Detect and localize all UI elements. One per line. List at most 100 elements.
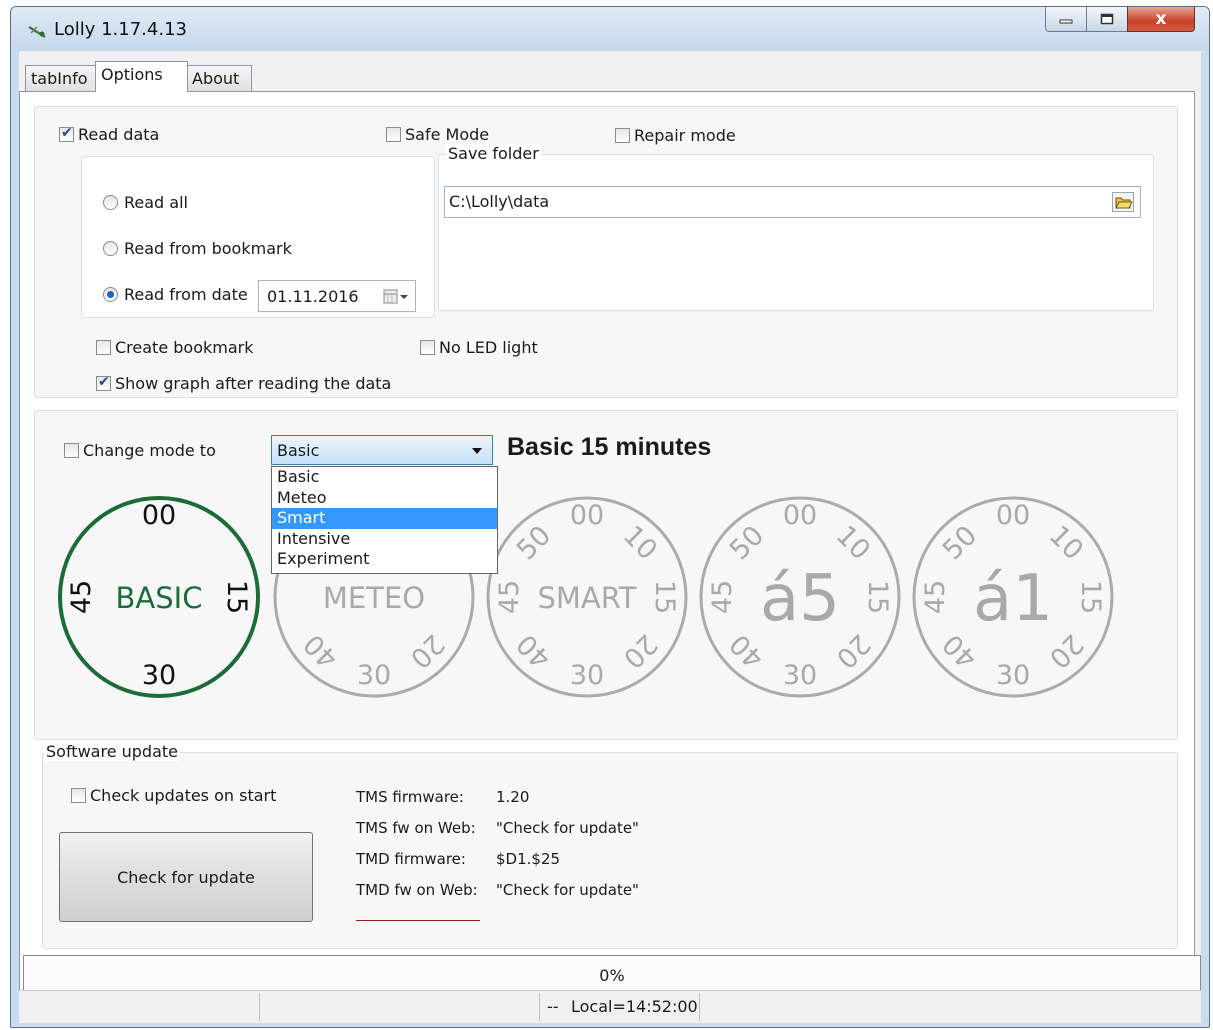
repair-mode-checkbox[interactable]: Repair mode — [615, 126, 736, 145]
safe-mode-checkbox[interactable]: Safe Mode — [386, 125, 489, 144]
status-bar: -- Local=14:52:00 — [19, 990, 1201, 1023]
change-mode-checkbox[interactable]: Change mode to — [64, 441, 216, 460]
dial-experiment-right: 15 — [1075, 580, 1106, 614]
check-on-start-checkbox-box[interactable] — [71, 788, 86, 803]
firmware-value: "Check for update" — [496, 819, 639, 837]
firmware-value: 1.20 — [496, 788, 530, 806]
status-separator: -- — [547, 997, 559, 1016]
read-bookmark-radio[interactable]: Read from bookmark — [103, 239, 292, 258]
no-led-label: No LED light — [439, 338, 538, 357]
show-graph-checkbox[interactable]: Show graph after reading the data — [96, 374, 391, 393]
read-date-label: Read from date — [124, 285, 248, 304]
client-area: tabInfo Options About Read data Safe Mod… — [19, 51, 1201, 1023]
read-data-checkbox-box[interactable] — [59, 125, 74, 142]
no-led-checkbox-box[interactable] — [420, 340, 435, 355]
date-value: 01.11.2016 — [267, 287, 359, 306]
dial-smart-left: 45 — [494, 580, 525, 614]
save-folder-group — [438, 154, 1154, 311]
firmware-value: $D1.$25 — [496, 850, 561, 868]
create-bookmark-checkbox[interactable]: Create bookmark — [96, 338, 253, 357]
minimize-button[interactable] — [1045, 7, 1087, 32]
mode-option-intensive[interactable]: Intensive — [272, 529, 497, 550]
mode-option-meteo[interactable]: Meteo — [272, 488, 497, 509]
dial-experiment-center: á1 — [973, 562, 1053, 636]
firmware-row: TMS firmware: 1.20 — [356, 782, 639, 813]
close-button[interactable]: x — [1127, 7, 1195, 32]
safe-mode-label: Safe Mode — [405, 125, 490, 144]
mode-option-basic[interactable]: Basic — [272, 467, 497, 488]
tab-strip: tabInfo Options About — [19, 61, 1201, 92]
firmware-row: TMD firmware: $D1.$25 — [356, 844, 639, 875]
mode-dials: 00 30 45 15 BASIC METEO 30 40 20 00 50 1… — [58, 496, 1114, 698]
tab-tabinfo[interactable]: tabInfo — [25, 65, 97, 91]
red-divider — [356, 920, 480, 921]
software-update-title: Software update — [44, 742, 180, 761]
show-graph-checkbox-box[interactable] — [96, 374, 111, 391]
dial-experiment-top: 00 — [996, 500, 1030, 531]
read-date-radio[interactable]: Read from date — [103, 285, 248, 304]
create-bookmark-checkbox-box[interactable] — [96, 340, 111, 355]
date-picker[interactable]: 01.11.2016 — [258, 280, 416, 312]
check-on-start-checkbox[interactable]: Check updates on start — [71, 786, 276, 805]
dial-basic-top: 00 — [142, 500, 176, 531]
mode-option-smart[interactable]: Smart — [272, 508, 497, 529]
dial-basic[interactable]: 00 30 45 15 BASIC — [58, 496, 260, 698]
read-bookmark-label: Read from bookmark — [124, 239, 292, 258]
firmware-key: TMS firmware: — [356, 788, 464, 806]
mode-select-value: Basic — [277, 441, 320, 460]
minimize-icon — [1059, 19, 1073, 24]
dial-experiment-bottom: 30 — [996, 660, 1030, 691]
repair-mode-label: Repair mode — [634, 126, 736, 145]
dial-meteo-bottom: 30 — [357, 660, 391, 691]
no-led-checkbox[interactable]: No LED light — [420, 338, 538, 357]
dial-smart[interactable]: 00 50 10 45 15 SMART 40 30 20 — [486, 496, 688, 698]
read-all-radio-button[interactable] — [103, 195, 118, 210]
read-date-radio-button[interactable] — [103, 287, 118, 302]
firmware-info: TMS firmware: 1.20 TMS fw on Web: "Check f… — [356, 782, 639, 906]
read-bookmark-radio-button[interactable] — [103, 241, 118, 256]
create-bookmark-label: Create bookmark — [115, 338, 254, 357]
maximize-icon — [1100, 13, 1114, 25]
dial-smart-bottom: 30 — [570, 660, 604, 691]
status-divider — [699, 993, 700, 1021]
folder-open-icon[interactable] — [1112, 192, 1134, 212]
dial-experiment[interactable]: 00 50 10 45 15 á1 40 30 20 — [912, 496, 1114, 698]
dial-meteo-center: METEO — [323, 581, 425, 615]
safe-mode-checkbox-box[interactable] — [386, 127, 401, 142]
save-folder-input[interactable]: C:\Lolly\data — [444, 186, 1141, 218]
maximize-button[interactable] — [1086, 7, 1128, 32]
read-all-radio[interactable]: Read all — [103, 193, 188, 212]
chevron-down-icon — [472, 448, 482, 454]
firmware-row: TMD fw on Web: "Check for update" — [356, 875, 639, 906]
repair-mode-checkbox-box[interactable] — [615, 128, 630, 143]
firmware-key: TMD firmware: — [356, 850, 466, 868]
tab-options[interactable]: Options — [95, 61, 188, 92]
dial-intensive-top: 00 — [783, 500, 817, 531]
mode-option-experiment[interactable]: Experiment — [272, 549, 497, 570]
dial-smart-right: 15 — [649, 580, 680, 614]
progress-label: 0% — [599, 966, 625, 985]
read-data-checkbox[interactable]: Read data — [59, 125, 159, 144]
options-tab-page: Read data Safe Mode Repair mode Read all… — [19, 91, 1195, 993]
change-mode-checkbox-box[interactable] — [64, 443, 79, 458]
show-graph-label: Show graph after reading the data — [115, 374, 392, 393]
dial-basic-right: 15 — [221, 580, 252, 614]
mode-dropdown-list[interactable]: Basic Meteo Smart Intensive Experiment — [271, 466, 498, 574]
mode-description: Basic 15 minutes — [507, 433, 712, 461]
dial-intensive-left: 45 — [707, 580, 738, 614]
dial-basic-left: 45 — [66, 580, 97, 614]
mode-select[interactable]: Basic — [271, 435, 493, 465]
calendar-icon[interactable] — [383, 289, 413, 305]
dial-smart-center: SMART — [537, 581, 636, 615]
tab-about[interactable]: About — [186, 65, 252, 91]
dial-intensive-bottom: 30 — [783, 660, 817, 691]
dial-basic-center: BASIC — [116, 581, 203, 615]
close-icon: x — [1155, 9, 1167, 29]
read-data-label: Read data — [78, 125, 160, 144]
status-divider — [539, 993, 540, 1021]
check-update-button[interactable]: Check for update — [59, 832, 313, 922]
title-bar[interactable]: Lolly 1.17.4.13 x — [11, 7, 1209, 51]
dial-basic-bottom: 30 — [142, 660, 176, 691]
dial-intensive[interactable]: 00 50 10 45 15 á5 40 30 20 — [699, 496, 901, 698]
app-window: Lolly 1.17.4.13 x tabInfo Options About … — [10, 6, 1210, 1028]
